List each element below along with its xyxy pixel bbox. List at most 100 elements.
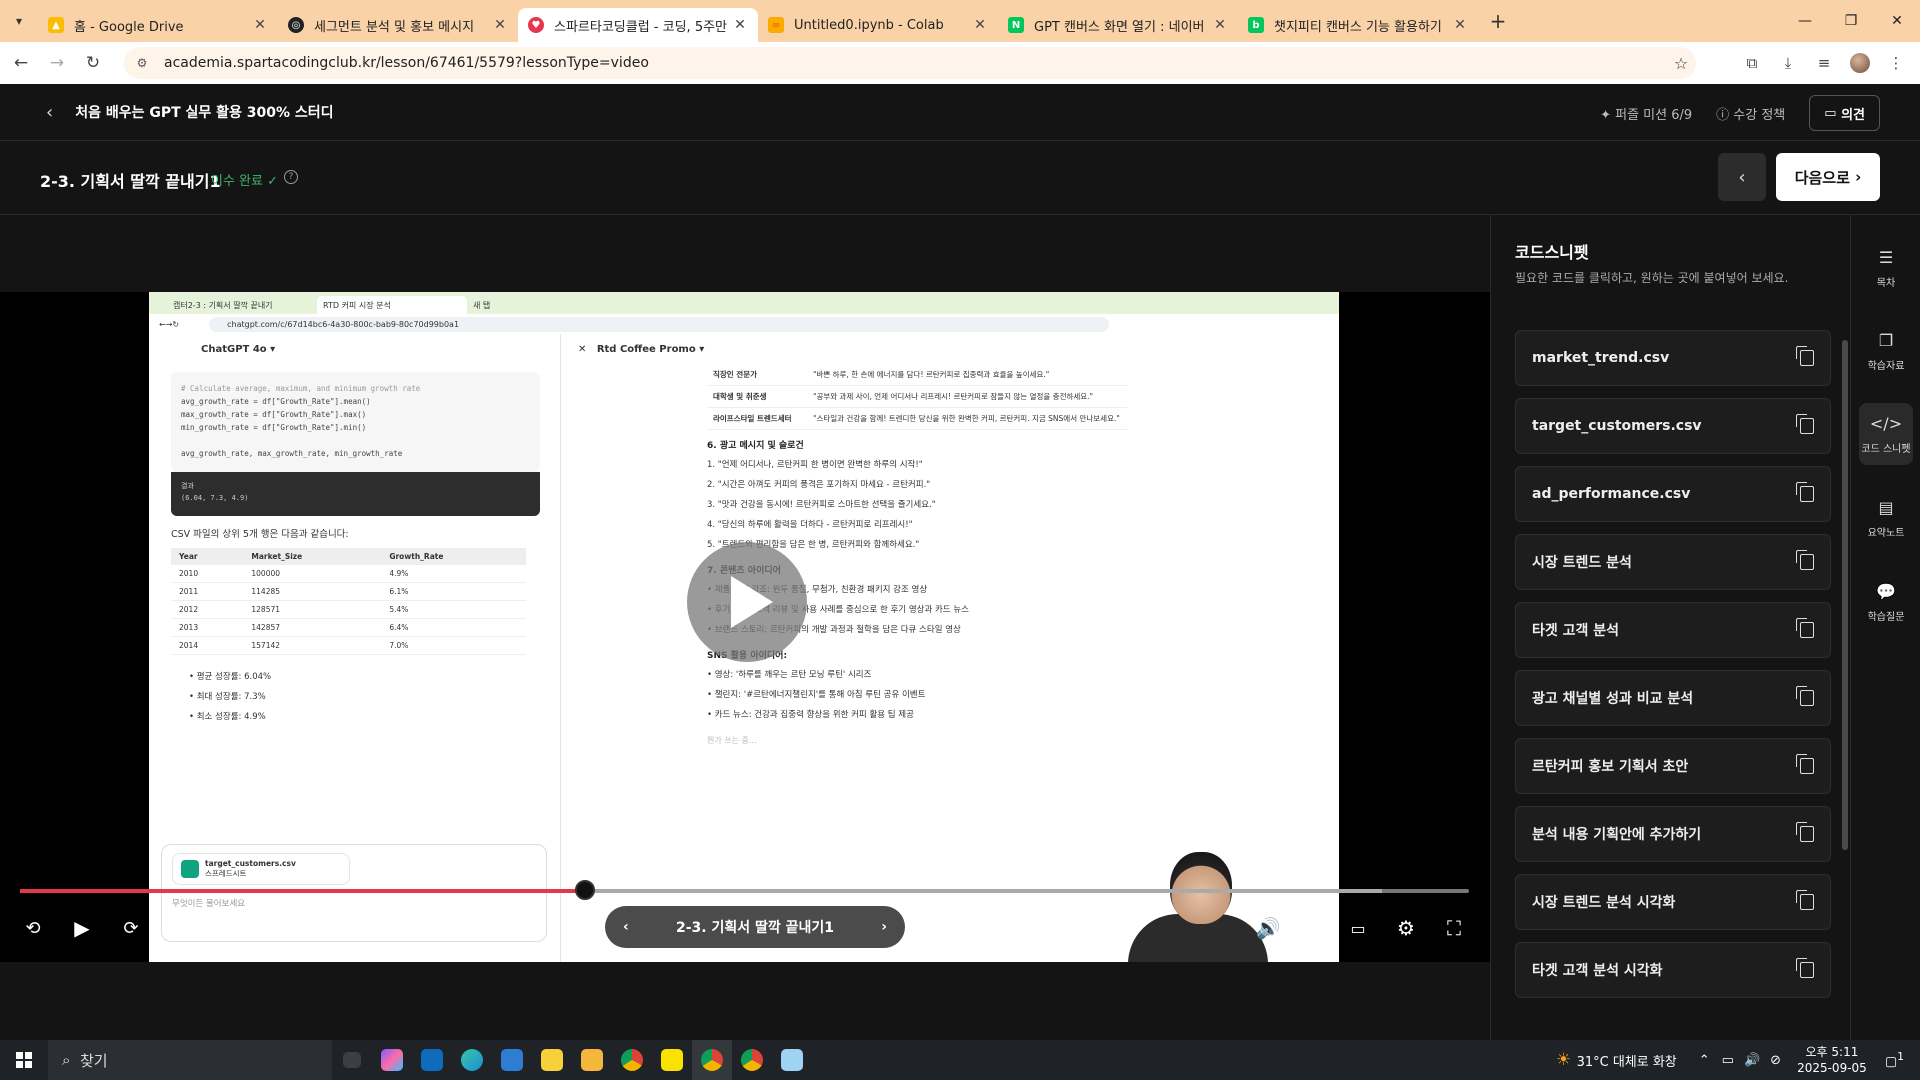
next-lesson-button[interactable]: 다음으로 › bbox=[1776, 153, 1880, 201]
rail-item-notes[interactable]: ▤ 요약노트 bbox=[1859, 487, 1913, 549]
chrome-icon[interactable] bbox=[612, 1040, 652, 1080]
tray-chevron-icon[interactable]: ⌃ bbox=[1699, 1053, 1710, 1068]
edge-icon[interactable] bbox=[452, 1040, 492, 1080]
notification-icon[interactable]: ▢1 bbox=[1885, 1050, 1904, 1069]
speed-badge[interactable]: 1.0 bbox=[1289, 895, 1327, 933]
snippet-item[interactable]: 광고 채널별 성과 비교 분석 bbox=[1515, 670, 1831, 726]
more-menu-icon[interactable]: ⋮ bbox=[1878, 48, 1914, 78]
video-progress-bar[interactable] bbox=[20, 880, 1469, 900]
reload-icon[interactable]: ↻ bbox=[78, 48, 108, 78]
policy-link[interactable]: ⓘ 수강 정책 bbox=[1716, 104, 1785, 123]
play-icon[interactable]: ▶ bbox=[63, 909, 101, 947]
help-icon[interactable]: ? bbox=[284, 170, 298, 184]
back-icon[interactable]: ← bbox=[6, 48, 36, 78]
copy-icon[interactable] bbox=[1796, 414, 1814, 434]
browser-tab[interactable]: N GPT 캔버스 화면 열기 : 네이버 ✕ bbox=[998, 8, 1238, 42]
restore-icon[interactable]: ❐ bbox=[1828, 0, 1874, 42]
big-play-button[interactable] bbox=[687, 542, 807, 662]
puzzle-icon: ✦ bbox=[1600, 107, 1616, 123]
copy-icon[interactable] bbox=[1796, 618, 1814, 638]
notepad-icon[interactable] bbox=[772, 1040, 812, 1080]
speaker-icon[interactable]: 🔊 bbox=[1744, 1053, 1760, 1068]
chrome-icon[interactable] bbox=[732, 1040, 772, 1080]
snippet-item[interactable]: market_trend.csv bbox=[1515, 330, 1831, 386]
copy-icon[interactable] bbox=[1796, 686, 1814, 706]
kakaotalk-icon[interactable] bbox=[652, 1040, 692, 1080]
puzzle-mission[interactable]: ✦ 퍼즐 미션 6/9 bbox=[1600, 104, 1692, 123]
close-tab-icon[interactable]: ✕ bbox=[972, 17, 988, 33]
volume-icon[interactable]: 🔊 bbox=[1249, 909, 1287, 947]
file-explorer-icon[interactable] bbox=[572, 1040, 612, 1080]
site-info-icon[interactable]: ⚙ bbox=[130, 56, 154, 70]
fullscreen-icon[interactable]: ⛶ bbox=[1435, 909, 1473, 947]
snippet-item[interactable]: ad_performance.csv bbox=[1515, 466, 1831, 522]
back-chevron-icon[interactable]: ‹ bbox=[46, 102, 53, 123]
table-row: 2012 128571 5.4% bbox=[171, 600, 526, 619]
copy-icon[interactable] bbox=[1796, 890, 1814, 910]
progress-thumb[interactable] bbox=[575, 880, 596, 900]
snippet-item[interactable]: 시장 트렌드 분석 시각화 bbox=[1515, 874, 1831, 930]
store-icon[interactable] bbox=[492, 1040, 532, 1080]
extensions-icon[interactable]: ⧉ bbox=[1734, 48, 1770, 78]
panel-scrollbar[interactable] bbox=[1842, 340, 1848, 850]
forward-icon[interactable]: → bbox=[42, 48, 72, 78]
copy-icon[interactable] bbox=[1796, 754, 1814, 774]
captions-icon[interactable]: ▭ bbox=[1339, 909, 1377, 947]
bookmark-star-icon[interactable]: ☆ bbox=[1666, 54, 1696, 73]
close-tab-icon[interactable]: ✕ bbox=[1452, 17, 1468, 33]
rail-item-code-snippet[interactable]: </> 코드 스니펫 bbox=[1859, 403, 1913, 465]
close-tab-icon[interactable]: ✕ bbox=[1212, 17, 1228, 33]
media-control-icon[interactable]: ≡ bbox=[1806, 48, 1842, 78]
copilot-icon[interactable] bbox=[372, 1040, 412, 1080]
chrome-active-icon[interactable] bbox=[692, 1040, 732, 1080]
next-chapter-icon[interactable]: › bbox=[881, 919, 887, 935]
network-icon[interactable]: ▭ bbox=[1722, 1053, 1734, 1068]
browser-tab[interactable]: b 챗지피티 캔버스 기능 활용하기 ✕ bbox=[1238, 8, 1478, 42]
close-tab-icon[interactable]: ✕ bbox=[732, 17, 748, 33]
snippet-item[interactable]: 르탄커피 홍보 기획서 초안 bbox=[1515, 738, 1831, 794]
profile-avatar[interactable] bbox=[1842, 48, 1878, 78]
download-icon[interactable]: ⤓ bbox=[1770, 48, 1806, 78]
clock[interactable]: 오후 5:11 2025-09-05 bbox=[1797, 1044, 1867, 1076]
copy-icon[interactable] bbox=[1796, 550, 1814, 570]
mic-mute-icon[interactable]: ⊘ bbox=[1770, 1053, 1781, 1068]
browser-tab-active[interactable]: ♥ 스파르타코딩클럽 - 코딩, 5주만 ✕ bbox=[518, 8, 758, 42]
task-view-icon[interactable] bbox=[332, 1040, 372, 1080]
snippet-item[interactable]: 타겟 고객 분석 시각화 bbox=[1515, 942, 1831, 998]
prev-chapter-icon[interactable]: ‹ bbox=[623, 919, 629, 935]
video-player[interactable]: 캡터2-3 : 기획서 딸깍 끝내기 RTD 커피 시장 분석 새 탭 ←→↻ c… bbox=[0, 292, 1490, 962]
snippet-item[interactable]: target_customers.csv bbox=[1515, 398, 1831, 454]
copy-icon[interactable] bbox=[1796, 482, 1814, 502]
new-tab-button[interactable]: + bbox=[1482, 9, 1514, 33]
taskbar-search[interactable]: ⌕ 찾기 bbox=[48, 1040, 332, 1080]
rail-item-questions[interactable]: 💬 학습질문 bbox=[1859, 571, 1913, 633]
close-tab-icon[interactable]: ✕ bbox=[492, 17, 508, 33]
forward-10-icon[interactable]: ⟳ bbox=[112, 909, 150, 947]
browser-tab[interactable]: ∞ Untitled0.ipynb - Colab ✕ bbox=[758, 8, 998, 42]
browser-tab[interactable]: ▲ 홈 - Google Drive ✕ bbox=[38, 8, 278, 42]
snippet-item[interactable]: 분석 내용 기획안에 추가하기 bbox=[1515, 806, 1831, 862]
tab-search-chevron-icon[interactable]: ▾ bbox=[0, 0, 38, 42]
rail-item-materials[interactable]: ❐ 학습자료 bbox=[1859, 320, 1913, 382]
settings-gear-icon[interactable]: ⚙ bbox=[1387, 909, 1425, 947]
outlook-icon[interactable] bbox=[412, 1040, 452, 1080]
copy-icon[interactable] bbox=[1796, 346, 1814, 366]
snippet-item[interactable]: 시장 트렌드 분석 bbox=[1515, 534, 1831, 590]
close-tab-icon[interactable]: ✕ bbox=[252, 17, 268, 33]
rail-item-toc[interactable]: ☰ 목차 bbox=[1859, 237, 1913, 299]
snippet-item[interactable]: 타겟 고객 분석 bbox=[1515, 602, 1831, 658]
frame-sns-list: • 영상: '하루를 깨우는 르탄 모닝 루틴' 시리즈 • 챌린지: '#르탄… bbox=[707, 670, 926, 720]
copy-icon[interactable] bbox=[1796, 958, 1814, 978]
close-window-icon[interactable]: ✕ bbox=[1874, 0, 1920, 42]
sticky-notes-icon[interactable] bbox=[532, 1040, 572, 1080]
url-field[interactable]: ⚙ academia.spartacodingclub.kr/lesson/67… bbox=[124, 47, 1696, 79]
windows-start-icon[interactable] bbox=[0, 1040, 48, 1080]
browser-tab[interactable]: ◎ 세그먼트 분석 및 홍보 메시지 ✕ bbox=[278, 8, 518, 42]
opinion-button[interactable]: ▭ 의견 bbox=[1809, 95, 1880, 131]
copy-icon[interactable] bbox=[1796, 822, 1814, 842]
rewind-10-icon[interactable]: ⟲ bbox=[14, 909, 52, 947]
weather-text[interactable]: 31°C 대체로 화창 bbox=[1577, 1051, 1677, 1070]
minimize-icon[interactable]: — bbox=[1782, 0, 1828, 42]
frame-attached-file: target_customers.csv 스프레드시트 bbox=[172, 853, 350, 885]
previous-lesson-button[interactable]: ‹ bbox=[1718, 153, 1766, 201]
